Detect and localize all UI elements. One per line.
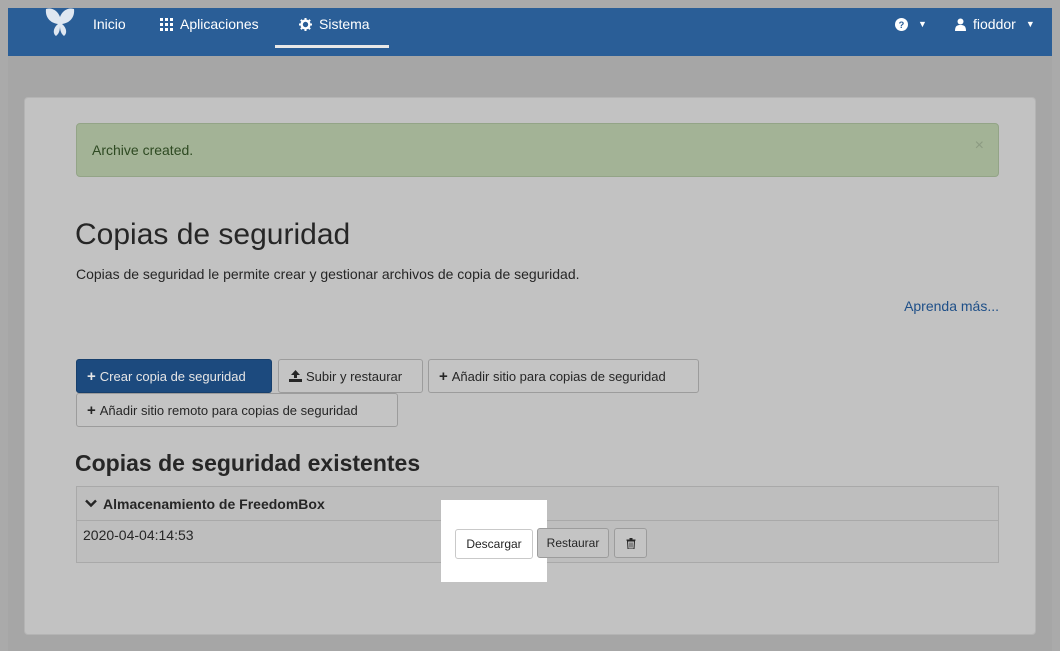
nav-system-label: Sistema [319, 16, 370, 32]
chevron-down-icon: ▼ [1025, 19, 1035, 29]
user-menu-label: fioddor [973, 16, 1016, 32]
nav-system[interactable]: Sistema [299, 0, 370, 48]
nav-apps-label: Aplicaciones [180, 16, 259, 32]
add-location-button[interactable]: + Añadir sitio para copias de seguridad [428, 359, 699, 393]
chevron-down-icon [85, 499, 97, 508]
plus-icon: + [439, 367, 448, 385]
add-remote-label: Añadir sitio remoto para copias de segur… [99, 402, 358, 418]
svg-text:?: ? [899, 20, 905, 30]
close-icon[interactable]: × [975, 137, 984, 155]
active-tab-indicator [275, 45, 389, 48]
add-location-label: Añadir sitio para copias de seguridad [451, 368, 666, 384]
archive-name: 2020-04-04:14:53 [83, 527, 194, 543]
storage-name: Almacenamiento de FreedomBox [103, 495, 325, 512]
upload-restore-button[interactable]: Subir y restaurar [278, 359, 423, 393]
plus-icon: + [87, 401, 96, 419]
upload-icon [289, 370, 302, 382]
freedombox-logo[interactable] [42, 3, 78, 39]
add-remote-location-button[interactable]: + Añadir sitio remoto para copias de seg… [76, 393, 398, 427]
trash-icon [626, 537, 635, 549]
grid-icon [160, 17, 173, 31]
chevron-down-icon: ▼ [918, 19, 927, 29]
nav-apps[interactable]: Aplicaciones [160, 0, 259, 48]
create-backup-label: Crear copia de seguridad [99, 368, 246, 384]
nav-home[interactable]: Inicio [93, 0, 126, 48]
restore-button[interactable]: Restaurar [537, 528, 609, 558]
create-backup-button[interactable]: + Crear copia de seguridad [76, 359, 272, 393]
learn-more-link[interactable]: Aprenda más... [904, 298, 999, 314]
existing-backups-title: Copias de seguridad existentes [75, 450, 421, 476]
page-title: Copias de seguridad [75, 218, 351, 251]
help-menu[interactable]: ? ▼ [895, 0, 927, 48]
user-icon [955, 18, 966, 31]
delete-button[interactable] [614, 528, 647, 558]
plus-icon: + [87, 367, 96, 385]
user-menu[interactable]: fioddor ▼ [955, 0, 1035, 48]
gear-icon [299, 17, 312, 31]
alert-message: Archive created. [92, 142, 194, 158]
upload-restore-label: Subir y restaurar [306, 368, 403, 384]
page-description: Copias de seguridad le permite crear y g… [76, 266, 580, 282]
success-alert: Archive created. × [76, 123, 999, 177]
download-button[interactable]: Descargar [455, 529, 533, 559]
help-icon: ? [895, 17, 908, 31]
nav-home-label: Inicio [93, 16, 126, 32]
